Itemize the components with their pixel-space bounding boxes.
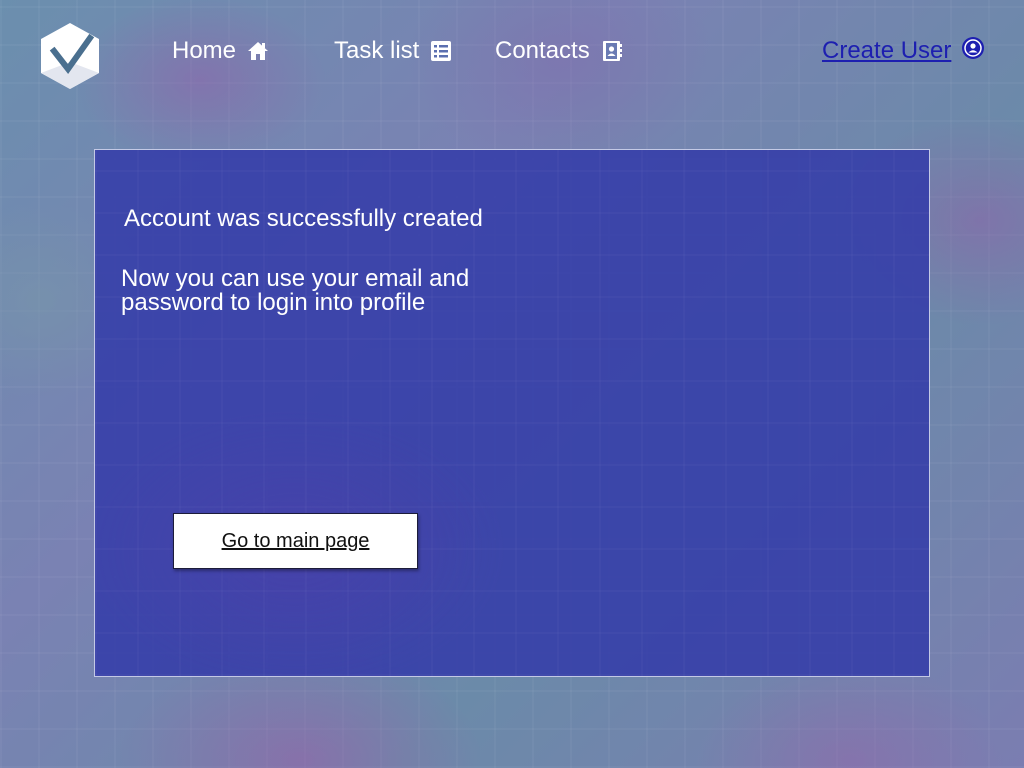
- list-icon: [429, 39, 453, 63]
- nav-create-user-link[interactable]: Create User: [822, 34, 985, 68]
- panel-message: Now you can use your email and password …: [121, 265, 470, 316]
- nav-task-list-label: Task list: [334, 37, 420, 64]
- home-icon: [246, 39, 270, 63]
- nav-home-label: Home: [172, 37, 237, 64]
- go-to-main-page-button[interactable]: Go to main page: [173, 513, 418, 569]
- nav-contacts-link[interactable]: Contacts: [495, 34, 624, 68]
- user-circle-icon: [961, 36, 985, 60]
- nav-task-list-link[interactable]: Task list: [334, 34, 453, 68]
- app-logo[interactable]: [40, 22, 100, 90]
- go-to-main-page-label: Go to main page: [221, 529, 370, 552]
- nav-create-user-label: Create User: [822, 37, 952, 64]
- panel-title: Account was successfully created: [124, 205, 483, 232]
- checkmark-hexagon-logo-icon: [41, 23, 99, 89]
- success-panel: Account was successfully created Now you…: [94, 149, 930, 677]
- contact-book-icon: [600, 39, 624, 63]
- nav-home-link[interactable]: Home: [172, 34, 270, 68]
- nav-contacts-label: Contacts: [495, 37, 590, 64]
